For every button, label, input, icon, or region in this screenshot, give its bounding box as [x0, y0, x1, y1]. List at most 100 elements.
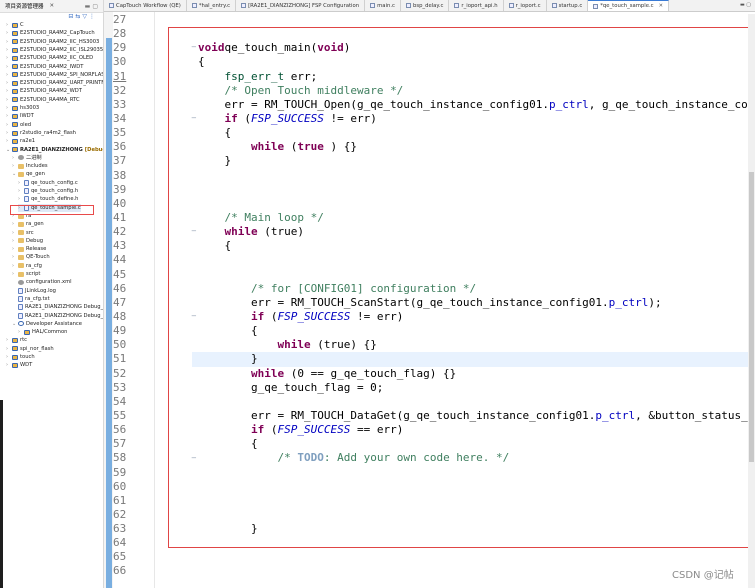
- tree-item[interactable]: › 二进制: [12, 154, 42, 162]
- tab-5[interactable]: r_ioport_api.h: [449, 0, 504, 11]
- chevron-right-icon[interactable]: ›: [6, 46, 10, 54]
- tree-item[interactable]: › E2STUDIO_RA4M2_IIC_ISL29035: [6, 46, 103, 54]
- minimize-maximize-icon[interactable]: ▬▢: [85, 3, 100, 10]
- tree-item[interactable]: ⌄ Developer Assistance: [12, 320, 82, 328]
- chevron-right-icon[interactable]: ›: [6, 361, 10, 369]
- chevron-right-icon[interactable]: ›: [12, 270, 16, 278]
- tree-item[interactable]: › E2STUDIO_RA4M2_SPI_NORFLASH: [6, 71, 103, 79]
- chevron-right-icon[interactable]: ›: [12, 253, 16, 261]
- tree-item[interactable]: › qe_touch_define.h: [18, 195, 78, 203]
- tree-item[interactable]: › WDT: [6, 361, 32, 369]
- code-line[interactable]: [198, 13, 755, 27]
- chevron-right-icon[interactable]: ›: [6, 121, 10, 129]
- chevron-down-icon[interactable]: ⌄: [12, 320, 16, 328]
- tree-item[interactable]: › QE-Touch: [12, 253, 50, 261]
- chevron-right-icon[interactable]: ›: [6, 129, 10, 137]
- view-menu-icon[interactable]: ⋮: [89, 13, 97, 20]
- tree-item[interactable]: › r2studio_ra4m2_flash: [6, 129, 76, 137]
- tree-item[interactable]: › oled: [6, 121, 31, 129]
- line-numbers: 27 28 29 30 31 32 33 34 35 36 37 38 39 40 41 42 43 44 45 46…: [113, 13, 153, 579]
- chevron-right-icon[interactable]: ›: [12, 237, 16, 245]
- tree-item[interactable]: › ra_cfg: [12, 262, 42, 270]
- tree-item[interactable]: › ra2e1: [6, 137, 35, 145]
- chevron-right-icon[interactable]: ›: [12, 245, 16, 253]
- scrollbar-thumb[interactable]: [749, 172, 754, 462]
- line-number: 63: [113, 522, 127, 536]
- tree-item[interactable]: › E2STUDIO_RA4M2_CapTouch: [6, 29, 95, 37]
- filter-icon[interactable]: ▽: [82, 13, 89, 20]
- code-line[interactable]: [198, 550, 755, 564]
- tree-item[interactable]: › E2STUDIO_RA4M2_IIC_OLED: [6, 54, 93, 62]
- tab-0[interactable]: CapTouch Workflow (QE): [104, 0, 187, 11]
- chevron-right-icon[interactable]: ›: [6, 21, 10, 29]
- chevron-down-icon[interactable]: ⌄: [6, 146, 10, 154]
- tree-item[interactable]: › Release: [12, 245, 46, 253]
- tab-menu-icon[interactable]: ▬ ▢: [740, 2, 751, 8]
- tab-4[interactable]: bsp_delay.c: [401, 0, 450, 11]
- close-icon[interactable]: ✕: [50, 3, 55, 9]
- tree-item[interactable]: › src: [12, 229, 34, 237]
- chevron-right-icon[interactable]: ›: [6, 38, 10, 46]
- chevron-right-icon[interactable]: ›: [18, 187, 22, 195]
- chevron-right-icon[interactable]: ›: [18, 195, 22, 203]
- tree-item[interactable]: › touch: [6, 353, 35, 361]
- tree-item[interactable]: › Includes: [12, 162, 48, 170]
- chevron-right-icon[interactable]: ›: [18, 179, 22, 187]
- tree-item[interactable]: › Debug: [12, 237, 43, 245]
- tree-item[interactable]: › qe_touch_config.c: [18, 179, 78, 187]
- tree-item[interactable]: ra_cfg.txt: [12, 295, 50, 303]
- chevron-right-icon[interactable]: ›: [6, 345, 10, 353]
- chevron-right-icon[interactable]: ›: [12, 220, 16, 228]
- chevron-right-icon[interactable]: ›: [6, 79, 10, 87]
- chevron-down-icon[interactable]: ⌄: [12, 170, 16, 178]
- tree-item[interactable]: › IWDT: [6, 112, 34, 120]
- chevron-right-icon[interactable]: ›: [6, 71, 10, 79]
- tree-item[interactable]: › qe_touch_config.h: [18, 187, 78, 195]
- tree-item[interactable]: › E2STUDIO_RA4M2_WDT: [6, 87, 82, 95]
- chevron-right-icon[interactable]: ›: [6, 353, 10, 361]
- chevron-right-icon[interactable]: ›: [6, 87, 10, 95]
- close-tab-icon[interactable]: ✕: [659, 0, 663, 11]
- tree-item[interactable]: RA2E1_DIANZIZHONG Debug_: [12, 312, 103, 320]
- chevron-right-icon[interactable]: ›: [12, 154, 16, 162]
- tab-label: r_ioport.c: [515, 2, 541, 9]
- tree-item[interactable]: › E2STUDIO_RA4M2_IIC_HS3003: [6, 38, 99, 46]
- tree-item[interactable]: configuration.xml: [12, 278, 72, 286]
- tree-item[interactable]: › script: [12, 270, 40, 278]
- tree-item[interactable]: › HAL/Common: [18, 328, 67, 336]
- chevron-right-icon[interactable]: ›: [6, 29, 10, 37]
- tree-item[interactable]: › C: [6, 21, 24, 29]
- tree-item[interactable]: › spi_nor_flash: [6, 345, 54, 353]
- tree-item[interactable]: › rtc: [6, 336, 27, 344]
- tab-label: main.c: [377, 2, 395, 9]
- chevron-right-icon[interactable]: ›: [12, 262, 16, 270]
- tree-item[interactable]: ⌄ qe_gen: [12, 170, 45, 178]
- chevron-right-icon[interactable]: ›: [12, 229, 16, 237]
- tab-8[interactable]: *qe_touch_sample.c ✕: [588, 0, 670, 11]
- chevron-right-icon[interactable]: ›: [6, 137, 10, 145]
- tree-item[interactable]: › hs3003: [6, 104, 39, 112]
- proj-icon: [12, 97, 18, 103]
- chevron-right-icon[interactable]: ›: [6, 54, 10, 62]
- tab-7[interactable]: startup.c: [547, 0, 589, 11]
- tree-item[interactable]: › E2STUDIO_RA4MA_RTC: [6, 96, 80, 104]
- chevron-right-icon[interactable]: ›: [6, 336, 10, 344]
- tree-item[interactable]: ⌄ RA2E1_DIANZIZHONG[Debug]: [6, 146, 103, 154]
- project-explorer-title[interactable]: 项目资源管理器: [5, 2, 44, 10]
- proj-icon: [12, 39, 18, 45]
- tree-item[interactable]: RA2E1_DIANZIZHONG Debug_: [12, 303, 103, 311]
- chevron-right-icon[interactable]: ›: [6, 112, 10, 120]
- chevron-right-icon[interactable]: ›: [6, 63, 10, 71]
- tab-3[interactable]: main.c: [365, 0, 401, 11]
- tree-item[interactable]: › ra_gen: [12, 220, 44, 228]
- tree-item[interactable]: › E2STUDIO_RA4M2_UART_PRINTF: [6, 79, 103, 87]
- tab-1[interactable]: *hal_entry.c: [187, 0, 237, 11]
- tab-2[interactable]: [RA2E1_DIANZIZHONG] FSP Configuration: [236, 0, 366, 11]
- tree-item[interactable]: JLinkLog.log: [12, 287, 56, 295]
- chevron-right-icon[interactable]: ›: [18, 328, 22, 336]
- chevron-right-icon[interactable]: ›: [12, 162, 16, 170]
- chevron-right-icon[interactable]: ›: [6, 96, 10, 104]
- tree-item[interactable]: › E2STUDIO_RA4M2_IWDT: [6, 63, 83, 71]
- chevron-right-icon[interactable]: ›: [6, 104, 10, 112]
- tab-6[interactable]: r_ioport.c: [504, 0, 547, 11]
